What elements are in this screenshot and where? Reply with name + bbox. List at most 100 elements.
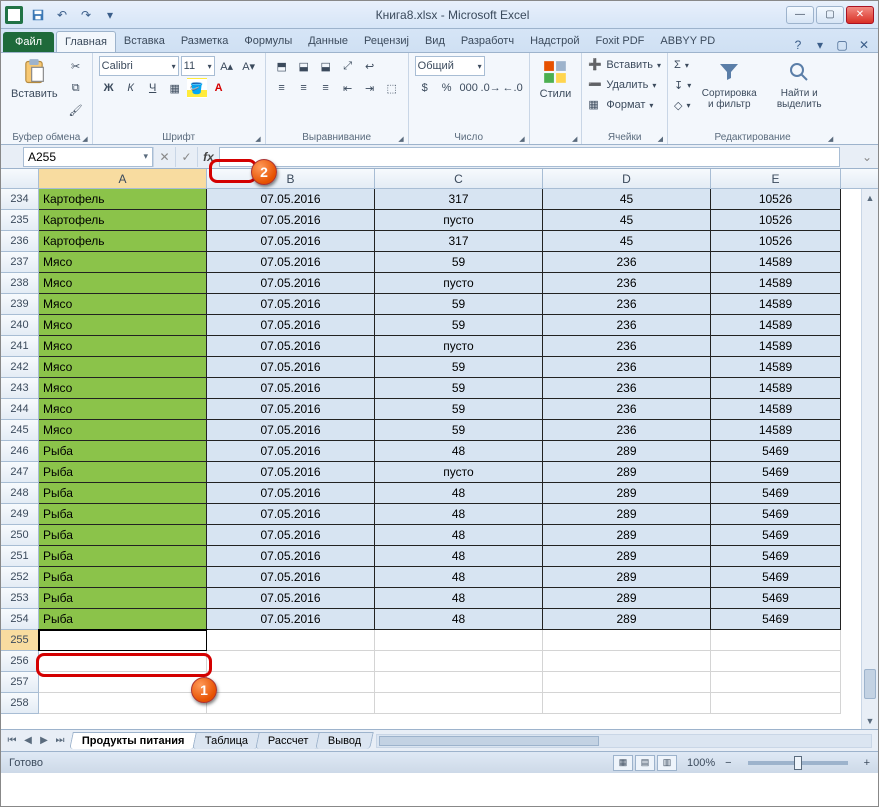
cell[interactable]: 07.05.2016: [207, 210, 375, 231]
ribbon-tab-8[interactable]: Надстрой: [522, 31, 587, 52]
cell[interactable]: 59: [375, 420, 543, 441]
cell[interactable]: 48: [375, 525, 543, 546]
redo-button[interactable]: ↷: [77, 6, 95, 24]
cell[interactable]: 289: [543, 483, 711, 504]
cell[interactable]: 236: [543, 294, 711, 315]
cell[interactable]: [375, 672, 543, 693]
row-header[interactable]: 235: [1, 210, 39, 231]
cell[interactable]: [543, 630, 711, 651]
cell[interactable]: 59: [375, 378, 543, 399]
cell[interactable]: 5469: [711, 483, 841, 504]
bold-button[interactable]: Ж: [99, 78, 119, 98]
cell[interactable]: [39, 693, 207, 714]
cell[interactable]: [375, 630, 543, 651]
cell[interactable]: 59: [375, 399, 543, 420]
file-tab[interactable]: Файл: [3, 32, 54, 52]
cell[interactable]: 07.05.2016: [207, 441, 375, 462]
page-break-view-button[interactable]: ▥: [657, 755, 677, 771]
cell[interactable]: 14589: [711, 399, 841, 420]
cell[interactable]: 48: [375, 567, 543, 588]
font-name-combo[interactable]: Calibri▾: [99, 56, 179, 76]
cell[interactable]: Мясо: [39, 336, 207, 357]
cancel-formula-button[interactable]: ✕: [153, 147, 175, 167]
cell-styles-button[interactable]: Стили: [536, 56, 576, 102]
cell[interactable]: 289: [543, 567, 711, 588]
cell[interactable]: 289: [543, 525, 711, 546]
ribbon-tab-0[interactable]: Главная: [56, 31, 116, 52]
cell[interactable]: 07.05.2016: [207, 273, 375, 294]
app-icon[interactable]: [5, 6, 23, 24]
ribbon-tab-4[interactable]: Данные: [300, 31, 356, 52]
col-header-B[interactable]: B: [207, 169, 375, 188]
cell[interactable]: 48: [375, 588, 543, 609]
percent-button[interactable]: %: [437, 78, 457, 98]
cell[interactable]: 236: [543, 357, 711, 378]
delete-cells-button[interactable]: ➖Удалить▾: [588, 76, 661, 94]
cell[interactable]: 5469: [711, 504, 841, 525]
normal-view-button[interactable]: ▦: [613, 755, 633, 771]
cell[interactable]: [207, 693, 375, 714]
cell[interactable]: 236: [543, 399, 711, 420]
maximize-button[interactable]: ▢: [816, 6, 844, 24]
cell[interactable]: 14589: [711, 252, 841, 273]
ribbon-tab-2[interactable]: Разметка: [173, 31, 237, 52]
row-header[interactable]: 254: [1, 609, 39, 630]
find-select-button[interactable]: Найти и выделить: [767, 56, 831, 112]
cell[interactable]: Мясо: [39, 378, 207, 399]
cell[interactable]: 5469: [711, 462, 841, 483]
row-header[interactable]: 252: [1, 567, 39, 588]
currency-button[interactable]: $: [415, 78, 435, 98]
cell[interactable]: [543, 651, 711, 672]
ribbon-tab-10[interactable]: ABBYY PD: [652, 31, 723, 52]
cell[interactable]: [39, 630, 207, 651]
row-header[interactable]: 249: [1, 504, 39, 525]
cell[interactable]: Картофель: [39, 231, 207, 252]
font-color-button[interactable]: A: [209, 78, 229, 98]
increase-decimal-button[interactable]: .0→: [481, 78, 501, 98]
zoom-slider[interactable]: [748, 761, 848, 765]
decrease-decimal-button[interactable]: ←.0: [503, 78, 523, 98]
sheet-tab[interactable]: Вывод: [315, 732, 374, 749]
row-header[interactable]: 256: [1, 651, 39, 672]
cell[interactable]: 45: [543, 231, 711, 252]
scroll-down-icon[interactable]: ▼: [862, 712, 878, 729]
copy-button[interactable]: ⧉: [66, 78, 86, 98]
cell[interactable]: 07.05.2016: [207, 567, 375, 588]
decrease-font-button[interactable]: A▾: [239, 56, 259, 76]
zoom-out-button[interactable]: −: [725, 757, 731, 769]
cell[interactable]: 236: [543, 378, 711, 399]
insert-function-button[interactable]: fx: [197, 147, 219, 167]
scroll-up-icon[interactable]: ▲: [862, 189, 878, 206]
cell[interactable]: [543, 672, 711, 693]
autosum-button[interactable]: Σ▾: [674, 56, 691, 74]
number-format-combo[interactable]: Общий▾: [415, 56, 485, 76]
orientation-button[interactable]: ⤢: [338, 56, 358, 76]
name-box[interactable]: A255 ▾: [23, 147, 153, 167]
cell[interactable]: [207, 630, 375, 651]
row-header[interactable]: 251: [1, 546, 39, 567]
fill-button[interactable]: ↧▾: [674, 76, 691, 94]
cell[interactable]: 48: [375, 504, 543, 525]
format-painter-button[interactable]: 🖌: [66, 100, 86, 120]
format-cells-button[interactable]: ▦Формат▾: [588, 96, 661, 114]
ribbon-help-icon[interactable]: ?: [790, 38, 806, 52]
vertical-scrollbar[interactable]: ▲ ▼: [861, 189, 878, 729]
qat-more-icon[interactable]: ▾: [101, 6, 119, 24]
cell[interactable]: 45: [543, 189, 711, 210]
cell[interactable]: 07.05.2016: [207, 609, 375, 630]
cell[interactable]: 07.05.2016: [207, 315, 375, 336]
cell[interactable]: [711, 672, 841, 693]
cell[interactable]: 317: [375, 231, 543, 252]
cell[interactable]: 289: [543, 441, 711, 462]
cell[interactable]: 5469: [711, 588, 841, 609]
cell[interactable]: пусто: [375, 273, 543, 294]
cell[interactable]: 236: [543, 336, 711, 357]
sort-filter-button[interactable]: Сортировка и фильтр: [695, 56, 763, 112]
cell[interactable]: 48: [375, 483, 543, 504]
cell[interactable]: 5469: [711, 546, 841, 567]
cell[interactable]: 5469: [711, 525, 841, 546]
sheet-nav-last-icon[interactable]: ⏭: [53, 735, 67, 746]
cell[interactable]: 07.05.2016: [207, 357, 375, 378]
cell[interactable]: 48: [375, 609, 543, 630]
cell[interactable]: 07.05.2016: [207, 525, 375, 546]
